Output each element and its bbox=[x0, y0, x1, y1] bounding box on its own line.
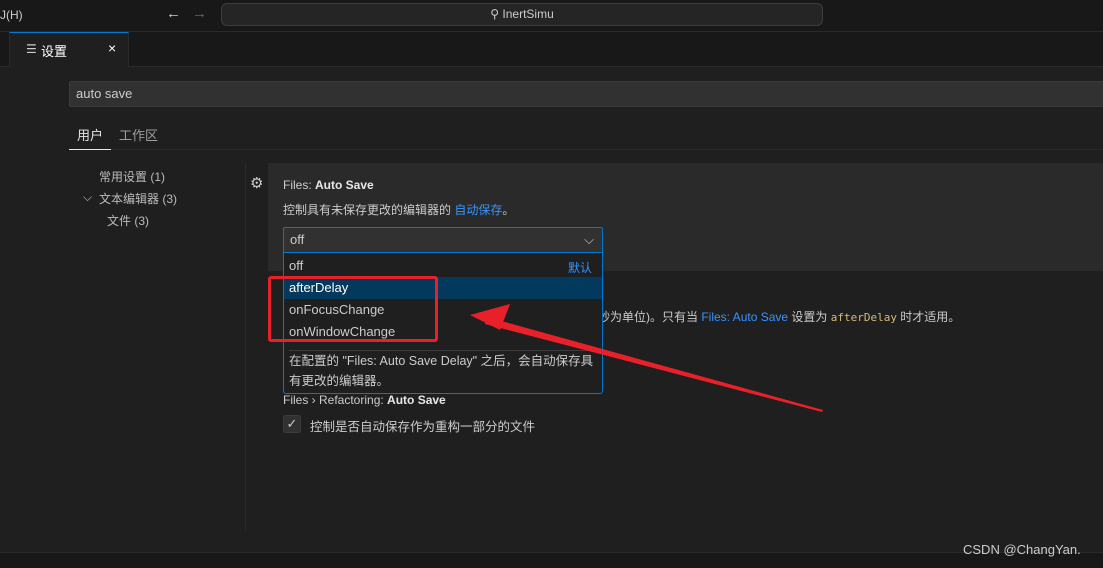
watermark: CSDN @ChangYan. bbox=[963, 542, 1081, 557]
annotation-arrow bbox=[470, 304, 823, 412]
annotation-arrow-shaft bbox=[485, 317, 823, 412]
